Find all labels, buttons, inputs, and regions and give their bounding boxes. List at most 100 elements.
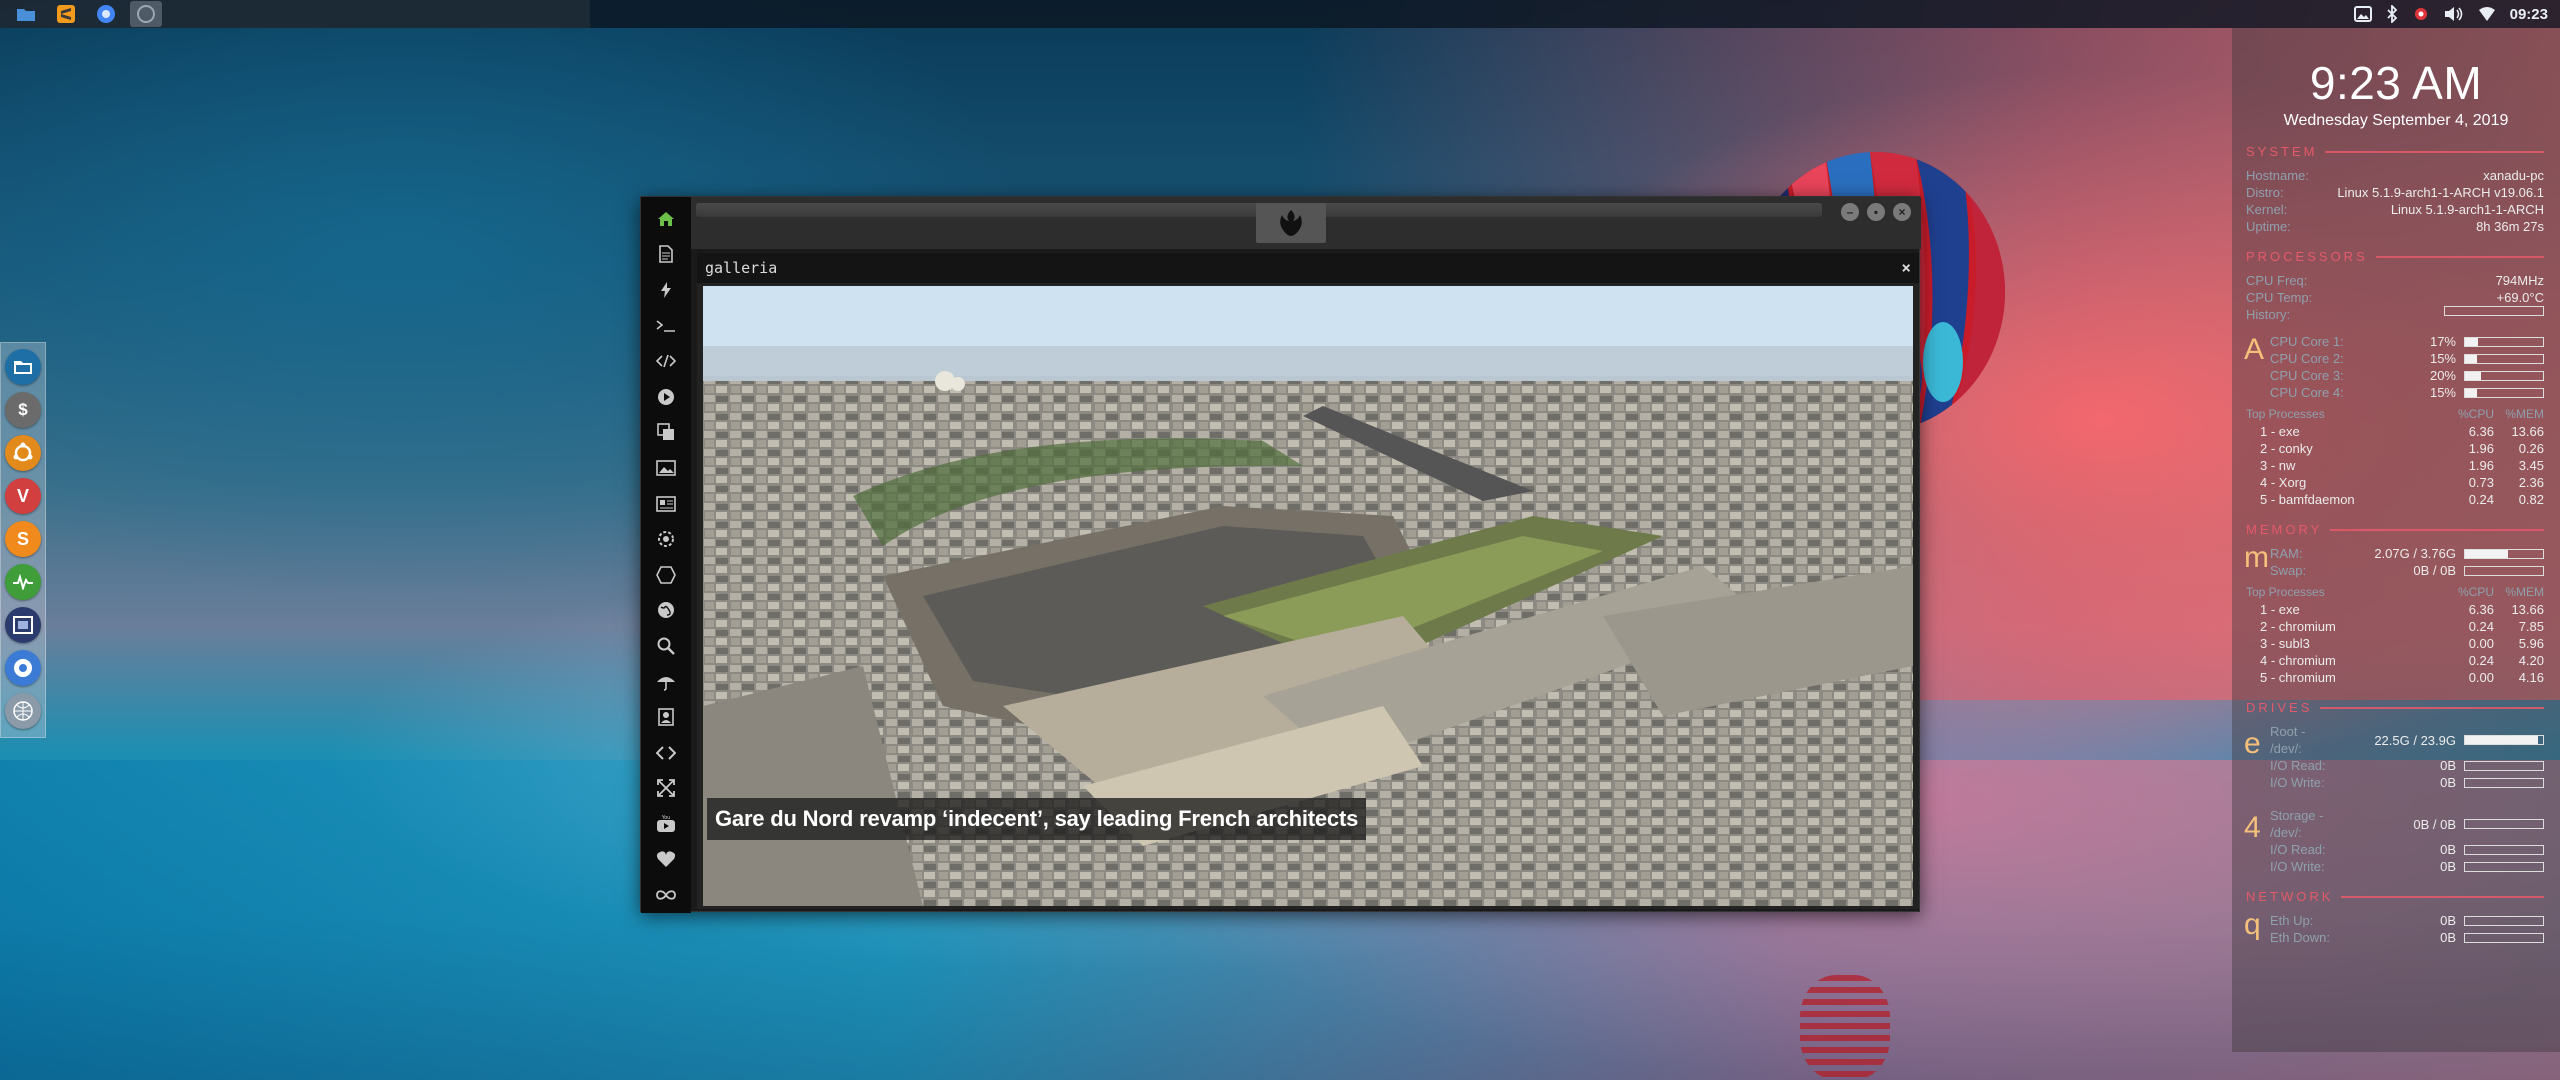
section-drives: DRIVES [2246, 700, 2544, 715]
network-row: Eth Down: 0B [2270, 929, 2544, 946]
section-network: NETWORK [2246, 889, 2544, 904]
system-monitor-icon [13, 574, 33, 590]
cpu-letter-icon: A [2244, 333, 2265, 366]
sidebar-image[interactable] [641, 450, 691, 486]
section-processors: PROCESSORS [2246, 249, 2544, 264]
section-system: SYSTEM [2246, 144, 2544, 159]
panel-close-button[interactable]: × [1901, 258, 1911, 277]
app-launcher[interactable] [130, 1, 162, 27]
network-row: Eth Up: 0B [2270, 912, 2544, 929]
sidebar-umbrella[interactable] [641, 664, 691, 700]
mem-proc-row: 3 - subl3 0.00 5.96 [2260, 636, 2544, 651]
sidebar-terminal[interactable] [641, 308, 691, 344]
network-letter-icon: q [2244, 908, 2261, 941]
sidebar-embed[interactable] [641, 735, 691, 771]
sidebar-lightning[interactable] [641, 272, 691, 308]
sublime-launcher[interactable] [50, 1, 82, 27]
dock-file-manager[interactable] [5, 349, 41, 385]
drive-letter-icon: 4 [2244, 811, 2261, 844]
dock-screenshot[interactable] [5, 607, 41, 643]
section-title: MEMORY [2246, 522, 2323, 537]
window-controls: – ▪ × [1841, 203, 1911, 221]
image-icon [656, 460, 676, 476]
ubuntu-icon [13, 442, 33, 462]
cpu-proc-row: 5 - bamfdaemon 0.24 0.82 [2260, 492, 2544, 507]
app-sidebar: You [641, 197, 691, 913]
sidebar-copy[interactable] [641, 415, 691, 451]
dock-terminal[interactable]: $ [5, 392, 41, 428]
mem-proc-row: 2 - chromium 0.24 7.85 [2260, 619, 2544, 634]
left-dock: $ V S [0, 342, 46, 738]
kv-distro: Distro: Linux 5.1.9-arch1-1-ARCH v19.06.1 [2246, 185, 2544, 200]
sidebar-home[interactable] [641, 201, 691, 237]
memory-row: Swap: 0B / 0B [2270, 562, 2544, 579]
image-icon[interactable] [2353, 6, 2372, 22]
kv-hostname: Hostname: xanadu-pc [2246, 168, 2544, 183]
file-manager-icon [14, 361, 32, 374]
news-icon [656, 495, 676, 512]
umbrella-icon [657, 676, 675, 691]
gallery-image[interactable]: Gare du Nord revamp ‘indecent’, say lead… [703, 286, 1913, 906]
kv-kernel: Kernel: Linux 5.1.9-arch1-1-ARCH [2246, 202, 2544, 217]
chromium-launcher[interactable] [90, 1, 122, 27]
kv-cpu-temp: CPU Temp: +69.0°C [2246, 290, 2544, 305]
cpu-core-row: CPU Core 3: 20% [2270, 367, 2544, 384]
maximize-button[interactable]: ▪ [1867, 203, 1885, 221]
app-icon [137, 5, 155, 23]
sidebar-heart[interactable] [641, 842, 691, 878]
drive-row: I/O Write: 0B [2270, 774, 2544, 791]
dock-sublime[interactable]: S [5, 521, 41, 557]
tray-clock[interactable]: 09:23 [2510, 6, 2548, 23]
cpu-proc-row: 3 - nw 1.96 3.45 [2260, 458, 2544, 473]
sidebar-infinity[interactable] [641, 877, 691, 913]
sidebar-news[interactable] [641, 486, 691, 522]
dock-network[interactable] [5, 693, 41, 729]
sidebar-expand[interactable] [641, 771, 691, 807]
drive-row: I/O Read: 0B [2270, 841, 2544, 858]
sidebar-code[interactable] [641, 343, 691, 379]
bluetooth-icon[interactable] [2386, 5, 2398, 23]
gear-icon[interactable] [2412, 5, 2430, 23]
conky-date: Wednesday September 4, 2019 [2283, 112, 2509, 129]
kv-cpu-freq: CPU Freq: 794MHz [2246, 273, 2544, 288]
rebel-emblem-button[interactable] [1256, 203, 1326, 243]
sidebar-search[interactable] [641, 628, 691, 664]
terminal-icon: $ [18, 400, 28, 419]
mem-proc-row: 4 - chromium 0.24 4.20 [2260, 653, 2544, 668]
dock-vivaldi[interactable]: V [5, 478, 41, 514]
app-window: You – ▪ × galleria × Gare du Nord revamp… [640, 196, 1921, 913]
drive-root-block: e Root - /dev/: 22.5G / 23.9G I/O Read: 0B… [2232, 723, 2560, 791]
sidebar-hexagon[interactable] [641, 557, 691, 593]
section-title: SYSTEM [2246, 144, 2318, 159]
volume-icon[interactable] [2444, 6, 2464, 22]
embed-icon [656, 745, 676, 760]
play-icon [658, 388, 674, 405]
cpu-core-row: CPU Core 4: 15% [2270, 384, 2544, 401]
screenshot-icon [13, 616, 33, 634]
sidebar-youtube[interactable]: You [641, 806, 691, 842]
dock-ubuntu[interactable] [5, 435, 41, 471]
sidebar-settings[interactable] [641, 521, 691, 557]
expand-icon [657, 779, 675, 798]
close-button[interactable]: × [1893, 203, 1911, 221]
sidebar-play[interactable] [641, 379, 691, 415]
sidebar-contact[interactable] [641, 699, 691, 735]
conky-panel: 9:23 AM Wednesday September 4, 2019 SYST… [2232, 28, 2560, 1052]
dock-chromium[interactable] [5, 650, 41, 686]
panel-title: galleria [705, 259, 778, 277]
image-caption: Gare du Nord revamp ‘indecent’, say lead… [707, 798, 1367, 840]
sidebar-document[interactable] [641, 237, 691, 273]
minimize-button[interactable]: – [1841, 203, 1859, 221]
sidebar-globe[interactable] [641, 593, 691, 629]
app-topbar: – ▪ × [691, 197, 1921, 249]
top-panel: 09:23 [0, 0, 2560, 28]
memory-letter-icon: m [2244, 541, 2269, 574]
wifi-icon[interactable] [2478, 6, 2496, 22]
chromium-icon [14, 659, 32, 677]
sublime-icon [57, 5, 75, 23]
mem-proc-row: 5 - chromium 0.00 4.16 [2260, 670, 2544, 685]
section-memory: MEMORY [2246, 522, 2544, 537]
panel-header: galleria × [697, 253, 1919, 283]
folder-launcher[interactable] [10, 1, 42, 27]
dock-system-monitor[interactable] [5, 564, 41, 600]
